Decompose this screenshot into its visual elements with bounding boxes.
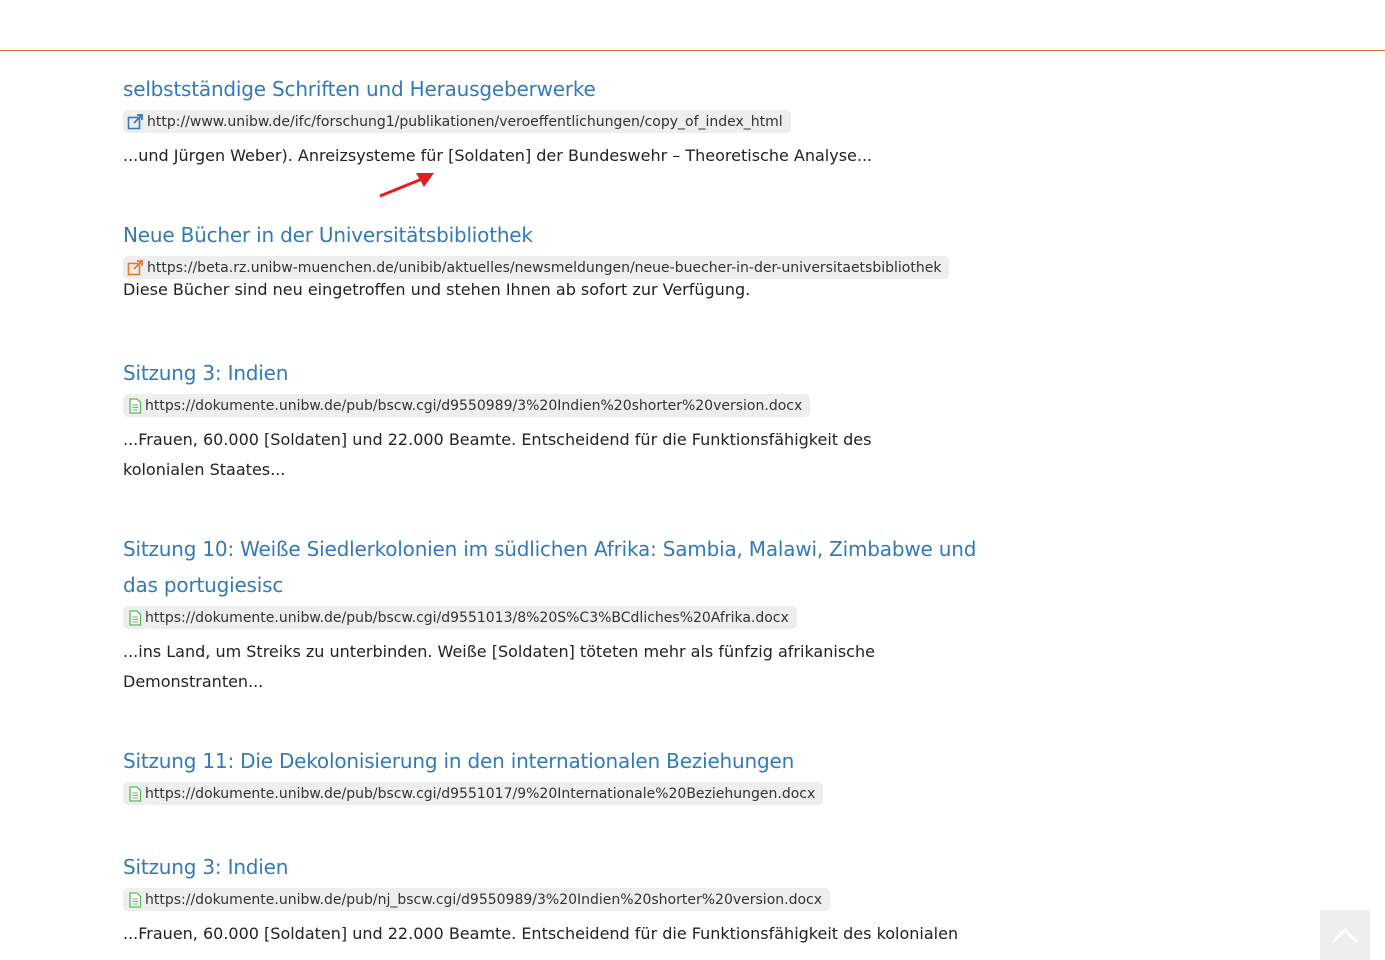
result-item: Sitzung 11: Die Dekolonisierung in den i… bbox=[123, 743, 1023, 806]
result-item: Neue Bücher in der Universitätsbibliothe… bbox=[123, 217, 1023, 305]
document-icon bbox=[129, 609, 142, 626]
result-snippet: ...und Jürgen Weber). Anreizsysteme für … bbox=[123, 145, 873, 165]
red-arrow-icon bbox=[379, 173, 434, 198]
result-url[interactable]: https://dokumente.unibw.de/pub/bscw.cgi/… bbox=[123, 782, 824, 805]
header-bar bbox=[0, 0, 1385, 51]
result-url-text: https://dokumente.unibw.de/pub/nj_bscw.c… bbox=[145, 891, 823, 908]
result-snippet: ...Frauen, 60.000 [Soldaten] und 22.000 … bbox=[123, 923, 959, 943]
document-icon bbox=[129, 785, 142, 802]
result-title-link[interactable]: Sitzung 11: Die Dekolonisierung in den i… bbox=[123, 743, 1023, 779]
result-snippet: ...Frauen, 60.000 [Soldaten] und 22.000 … bbox=[123, 429, 872, 479]
scroll-top-button[interactable] bbox=[1320, 910, 1370, 960]
result-item: Sitzung 3: Indien https://dokumente.unib… bbox=[123, 849, 1023, 949]
result-title-link[interactable]: Neue Bücher in der Universitätsbibliothe… bbox=[123, 217, 1023, 253]
result-title-link[interactable]: selbstständige Schriften und Herausgeber… bbox=[123, 71, 1023, 107]
result-url[interactable]: http://www.unibw.de/ifc/forschung1/publi… bbox=[123, 110, 791, 133]
result-title-link[interactable]: Sitzung 3: Indien bbox=[123, 355, 1023, 391]
result-title-link[interactable]: Sitzung 3: Indien bbox=[123, 849, 1023, 885]
result-item: Sitzung 10: Weiße Siedlerkolonien im süd… bbox=[123, 531, 1023, 697]
result-title-link[interactable]: Sitzung 10: Weiße Siedlerkolonien im süd… bbox=[123, 531, 983, 603]
external-link-icon bbox=[127, 259, 143, 275]
document-icon bbox=[129, 891, 142, 908]
result-url[interactable]: https://dokumente.unibw.de/pub/nj_bscw.c… bbox=[123, 888, 831, 911]
result-url[interactable]: https://dokumente.unibw.de/pub/bscw.cgi/… bbox=[123, 606, 797, 629]
result-url-text: http://www.unibw.de/ifc/forschung1/publi… bbox=[147, 113, 783, 130]
result-snippet: ...ins Land, um Streiks zu unterbinden. … bbox=[123, 641, 875, 691]
external-link-icon bbox=[127, 113, 143, 129]
result-item: selbstständige Schriften und Herausgeber… bbox=[123, 71, 1023, 171]
document-icon bbox=[129, 397, 142, 414]
result-url[interactable]: https://dokumente.unibw.de/pub/bscw.cgi/… bbox=[123, 394, 811, 417]
result-url-text: https://dokumente.unibw.de/pub/bscw.cgi/… bbox=[145, 397, 803, 414]
result-item: Sitzung 3: Indien https://dokumente.unib… bbox=[123, 355, 1023, 485]
result-url-text: https://dokumente.unibw.de/pub/bscw.cgi/… bbox=[145, 785, 816, 802]
chevron-up-icon bbox=[1331, 927, 1359, 944]
result-url-text: https://dokumente.unibw.de/pub/bscw.cgi/… bbox=[145, 609, 789, 626]
result-url-text: https://beta.rz.unibw-muenchen.de/unibib… bbox=[147, 259, 942, 276]
